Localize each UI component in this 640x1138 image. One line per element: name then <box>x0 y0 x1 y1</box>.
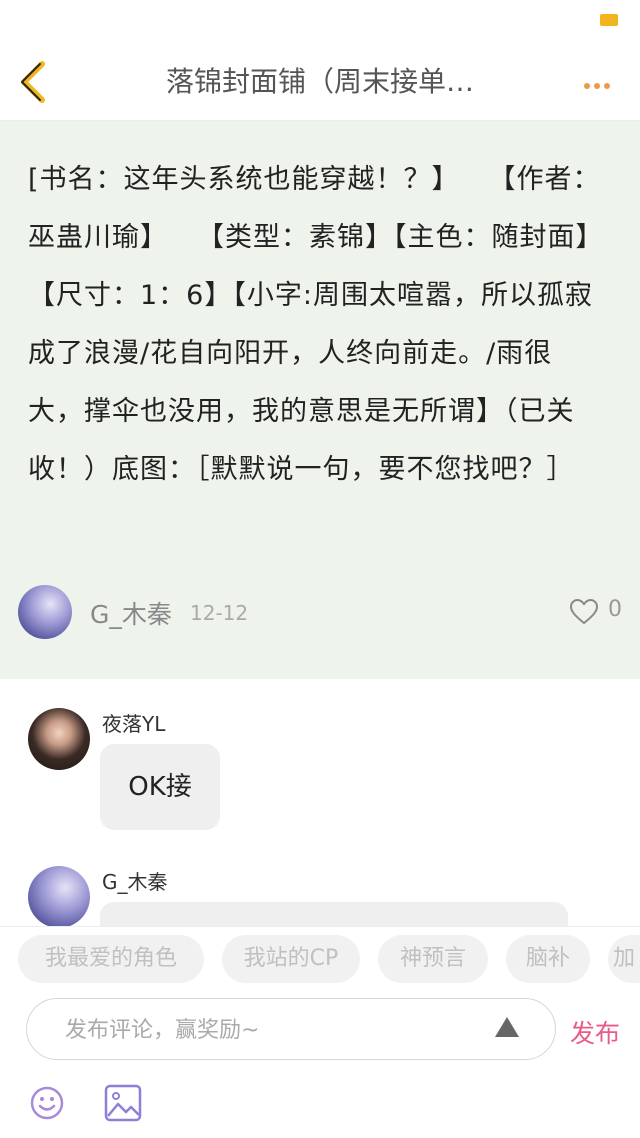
quick-tag[interactable]: 脑补 <box>506 935 590 983</box>
author-name[interactable]: G_木秦 <box>90 595 172 631</box>
battery-icon <box>600 14 618 26</box>
comment-composer: 发布 <box>0 990 640 1074</box>
commenter-name[interactable]: G_木秦 <box>102 866 168 895</box>
chevron-left-icon <box>21 61 45 103</box>
comment-input-box <box>26 998 556 1060</box>
post-card: [书名：这年头系统也能穿越！？】 【作者：巫蛊川瑜】 【类型：素锦】【主色：随封… <box>0 121 640 679</box>
quick-tag[interactable]: 加 <box>608 935 640 983</box>
quick-tag-bar: 我最爱的角色 我站的CP 神预言 脑补 加 <box>0 926 640 991</box>
page-title: 落锦封面铺（周末接单… <box>165 65 474 98</box>
like-button[interactable] <box>569 598 599 625</box>
comment-bubble: OK接 <box>100 744 220 830</box>
comment-input[interactable] <box>63 1011 487 1049</box>
commenter-avatar[interactable] <box>28 708 90 770</box>
author-avatar[interactable] <box>18 585 72 639</box>
comment-bubble <box>100 902 568 926</box>
nav-bar: 落锦封面铺（周末接单… <box>0 44 640 121</box>
image-icon <box>104 1084 142 1122</box>
quick-tag[interactable]: 神预言 <box>378 935 488 983</box>
status-bar <box>0 0 640 44</box>
publish-button[interactable]: 发布 <box>570 1014 620 1050</box>
commenter-name[interactable]: 夜落YL <box>102 708 165 737</box>
commenter-avatar[interactable] <box>28 866 90 926</box>
post-date: 12-12 <box>190 601 249 625</box>
more-button[interactable] <box>584 74 620 90</box>
post-author-row: G_木秦 12-12 0 <box>0 583 640 645</box>
like-count: 0 <box>608 597 622 622</box>
comment-list: 夜落YL OK接 G_木秦 <box>0 680 640 926</box>
image-button[interactable] <box>104 1084 142 1122</box>
expand-triangle-icon[interactable] <box>495 1017 519 1037</box>
quick-tag[interactable]: 我站的CP <box>222 935 360 983</box>
post-body: [书名：这年头系统也能穿越！？】 【作者：巫蛊川瑜】 【类型：素锦】【主色：随封… <box>28 164 604 485</box>
more-dots-icon <box>584 83 590 89</box>
quick-tag[interactable]: 我最爱的角色 <box>18 935 204 983</box>
emoji-icon <box>30 1086 64 1120</box>
heart-icon <box>569 598 599 625</box>
back-button[interactable] <box>14 58 54 106</box>
composer-toolbar <box>0 1074 640 1138</box>
emoji-button[interactable] <box>30 1086 64 1120</box>
